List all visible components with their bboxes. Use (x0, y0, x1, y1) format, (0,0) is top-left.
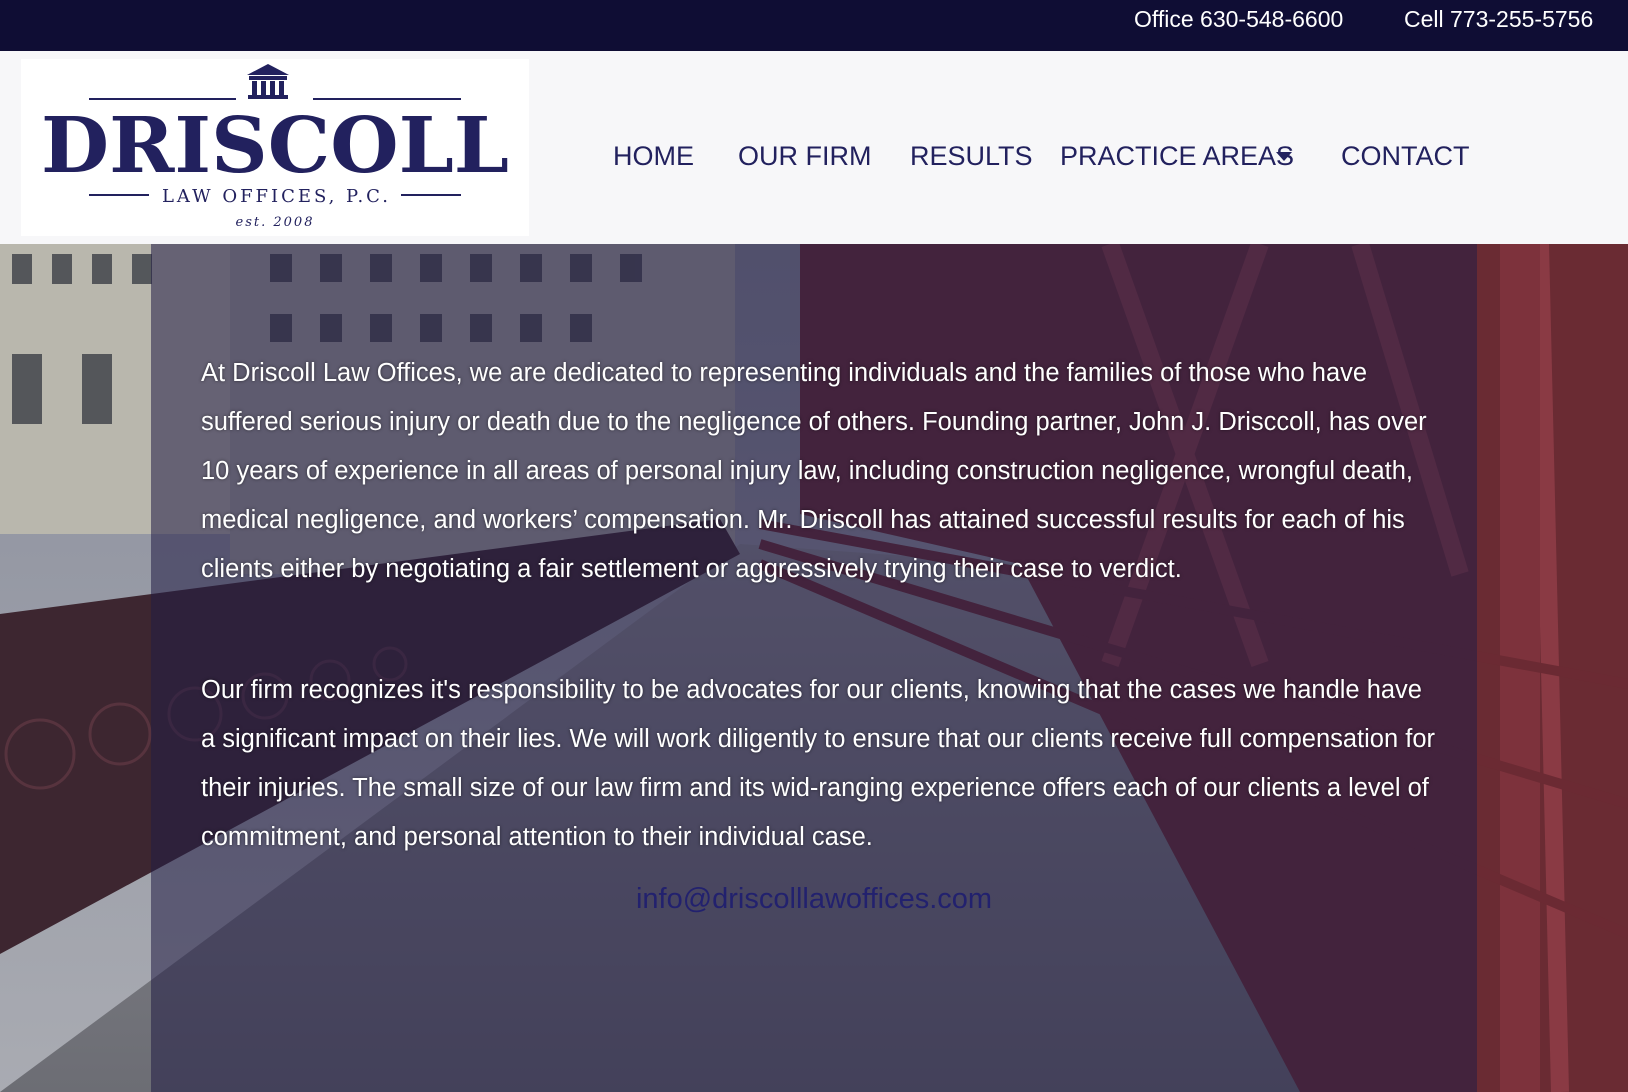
logo[interactable]: DRISCOLL LAW OFFICES, P.C. est. 2008 (21, 59, 529, 236)
site-header: DRISCOLL LAW OFFICES, P.C. est. 2008 HOM… (0, 51, 1628, 244)
logo-rule-lower-right (401, 194, 461, 196)
nav-results[interactable]: RESULTS (910, 139, 1033, 173)
hero-section: At Driscoll Law Offices, we are dedicate… (0, 244, 1628, 1092)
office-phone[interactable]: Office 630-548-6600 (1134, 4, 1343, 34)
nav-contact[interactable]: CONTACT (1341, 139, 1470, 173)
courthouse-icon (247, 64, 289, 99)
logo-graphic: DRISCOLL LAW OFFICES, P.C. est. 2008 (41, 64, 509, 230)
caret-down-icon[interactable] (1276, 152, 1292, 161)
logo-est: est. 2008 (236, 215, 315, 230)
logo-rule-lower-left (89, 194, 149, 196)
nav-our-firm[interactable]: OUR FIRM (738, 139, 871, 173)
logo-rule-right (313, 98, 461, 100)
nav-home[interactable]: HOME (613, 139, 694, 173)
logo-subtitle: LAW OFFICES, P.C. (162, 186, 388, 207)
cell-phone[interactable]: Cell 773-255-5756 (1404, 4, 1593, 34)
intro-paragraph: At Driscoll Law Offices, we are dedicate… (201, 359, 1427, 583)
logo-name: DRISCOLL (41, 101, 509, 191)
logo-rule-left (89, 98, 236, 100)
email-link[interactable]: info@driscolllawoffices.com (0, 881, 1628, 917)
nav-practice-areas[interactable]: PRACTICE AREAS (1060, 139, 1294, 173)
firm-paragraph: Our firm recognizes it's responsibility … (201, 676, 1436, 851)
top-contact-bar: Office 630-548-6600 Cell 773-255-5756 (0, 0, 1628, 51)
